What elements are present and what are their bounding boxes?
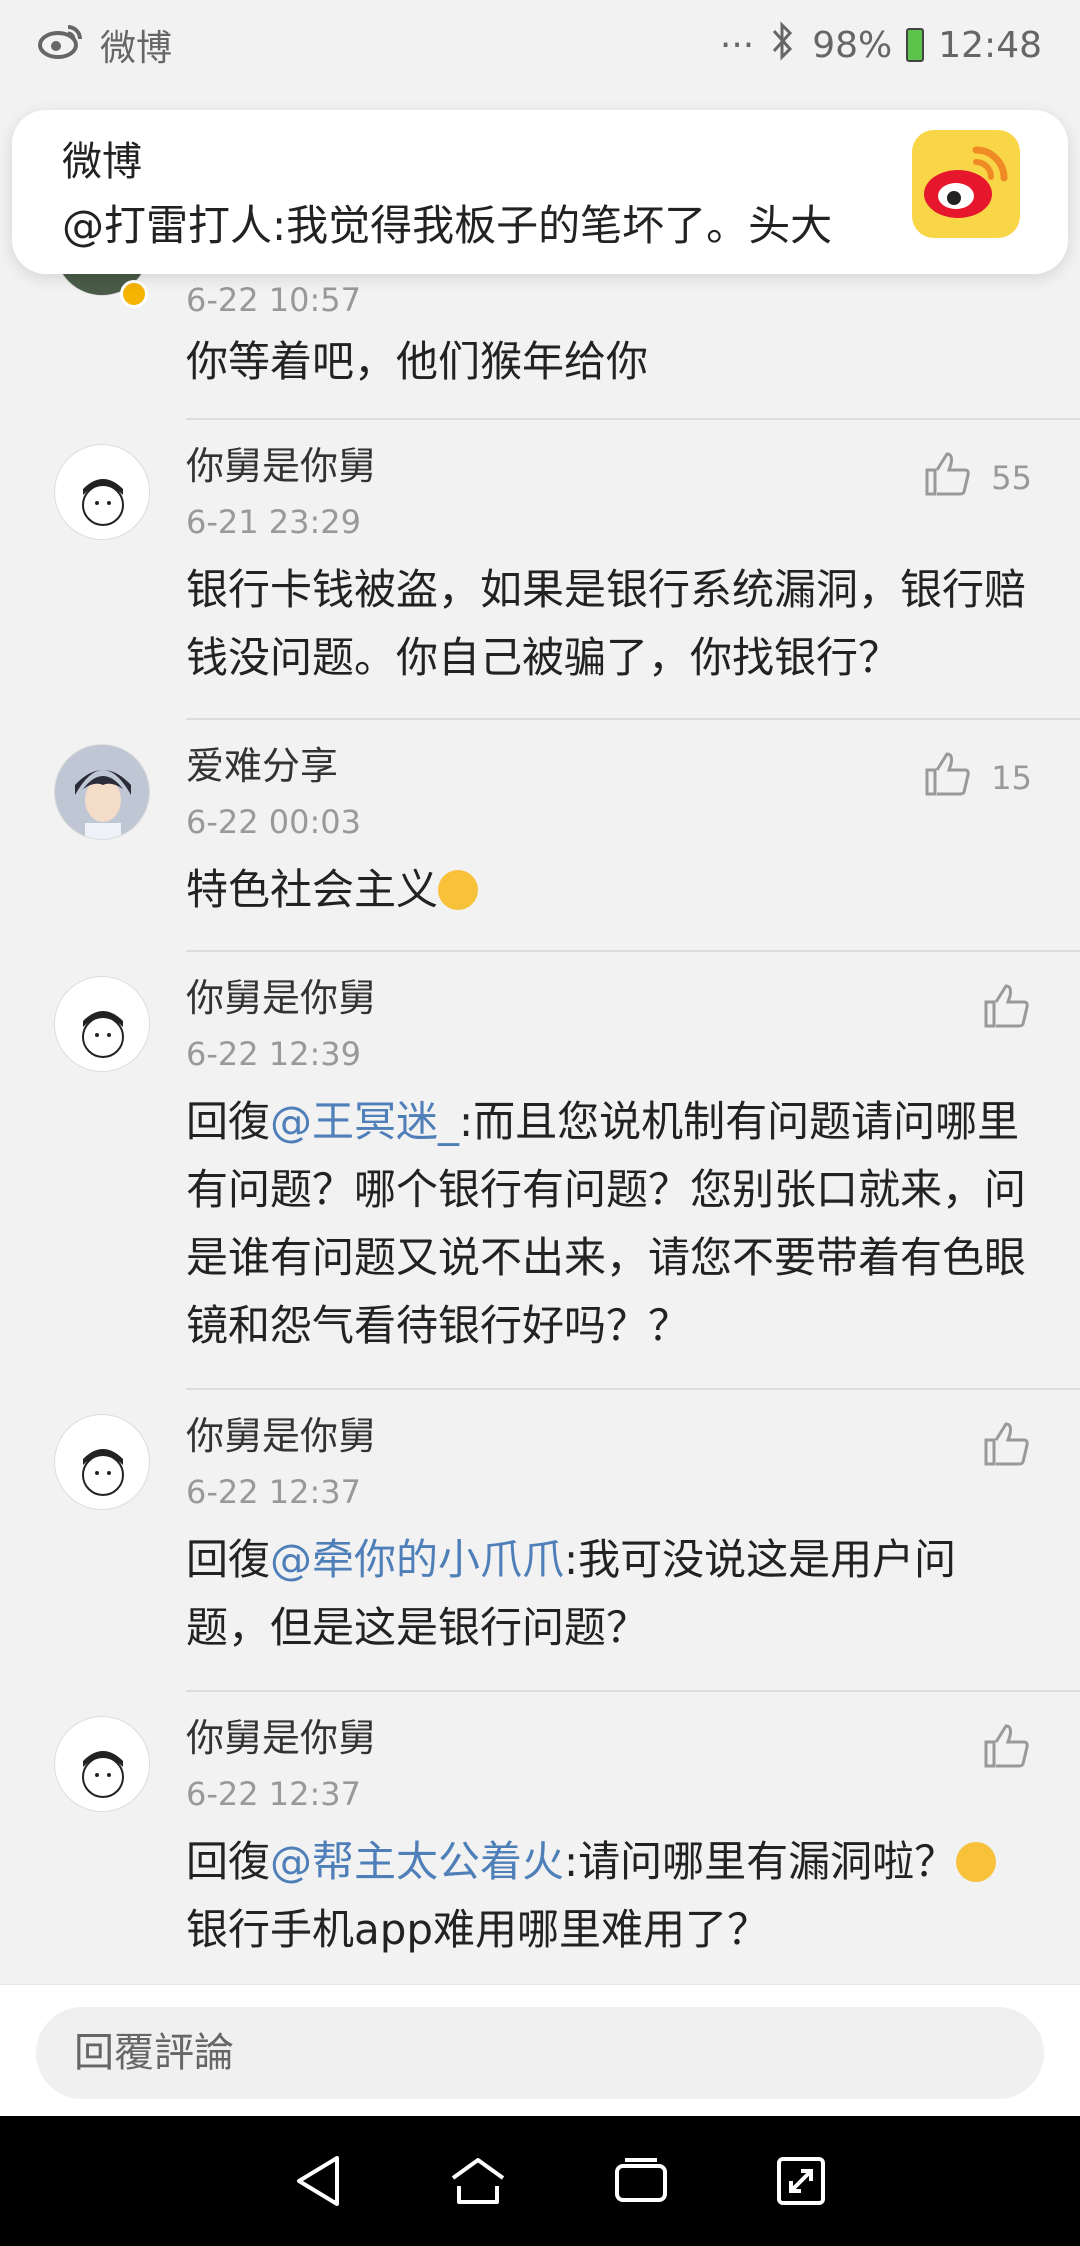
reply-prefix: 回復 bbox=[186, 1535, 271, 1584]
status-app-name: 微博 bbox=[100, 28, 173, 69]
comment-time: 6-22 12:37 bbox=[186, 1473, 362, 1511]
comment-item: 你舅是你舅 6-22 12:37 回復@帮主太公着火:请问哪里有漏洞啦？ 银行手… bbox=[0, 1692, 1080, 1992]
avatar[interactable] bbox=[54, 1716, 150, 1812]
notification-body: @打雷打人:我觉得我板子的笔坏了。头大 bbox=[62, 201, 833, 250]
like-button[interactable] bbox=[982, 1420, 1032, 1476]
like-count: 15 bbox=[991, 759, 1032, 797]
back-icon[interactable] bbox=[293, 2154, 343, 2208]
comment-text: 银行卡钱被盗，如果是银行系统漏洞，银行赔钱没问题。你自己被骗了，你找银行？ bbox=[186, 565, 1027, 682]
comment-text-wrap: 回復@王冥迷_:而且您说机制有问题请问哪里有问题？哪个银行有问题？您别张口就来，… bbox=[186, 1088, 1026, 1360]
bluetooth-icon bbox=[768, 20, 798, 70]
comment-text: 特色社会主义 bbox=[186, 865, 439, 914]
weibo-logo-icon bbox=[38, 23, 84, 68]
reply-prefix: 回復 bbox=[186, 1837, 271, 1886]
home-icon[interactable] bbox=[449, 2156, 507, 2206]
thumbs-up-icon bbox=[982, 982, 1032, 1038]
like-count: 55 bbox=[991, 459, 1032, 497]
reply-input[interactable]: 回覆評論 bbox=[36, 2007, 1044, 2099]
comment-text: 你等着吧，他们猴年给你 bbox=[186, 337, 649, 386]
avatar[interactable] bbox=[54, 444, 150, 540]
thumbs-up-icon bbox=[982, 1722, 1032, 1778]
avatar[interactable] bbox=[54, 744, 150, 840]
comment-time: 6-22 10:57 bbox=[186, 281, 362, 319]
clock: 12:48 bbox=[938, 24, 1042, 66]
comment-time: 6-22 12:37 bbox=[186, 1775, 362, 1813]
thumbs-up-icon bbox=[923, 450, 973, 506]
avatar[interactable] bbox=[54, 1414, 150, 1510]
comment-author[interactable]: 你舅是你舅 bbox=[186, 1712, 1026, 1764]
reply-prefix: 回復 bbox=[186, 1097, 271, 1146]
like-button[interactable]: 15 bbox=[923, 750, 1032, 806]
laughing-emoji-icon bbox=[956, 1842, 997, 1882]
notification-banner[interactable]: 微博 @打雷打人:我觉得我板子的笔坏了。头大 bbox=[12, 110, 1068, 274]
battery-percent: 98% bbox=[812, 24, 893, 66]
comment-author[interactable]: 你舅是你舅 bbox=[186, 440, 1026, 492]
comment-item: 你舅是你舅 6-22 12:39 回復@王冥迷_:而且您说机制有问题请问哪里有问… bbox=[0, 952, 1080, 1388]
reply-bar: 回覆評論 bbox=[0, 1984, 1080, 2116]
emoji-icon bbox=[438, 870, 479, 910]
comment-author[interactable]: 爱难分享 bbox=[186, 740, 1026, 792]
like-button[interactable] bbox=[982, 1722, 1032, 1778]
comment-list: 6-22 10:57 你等着吧，他们猴年给你 55 你舅是你舅 6-21 23:… bbox=[0, 200, 1080, 1992]
recents-icon[interactable] bbox=[613, 2156, 669, 2206]
verified-badge-icon bbox=[120, 280, 148, 308]
notification-title: 微博 bbox=[62, 139, 142, 185]
thumbs-up-icon bbox=[923, 750, 973, 806]
comment-text-wrap: 回復@帮主太公着火:请问哪里有漏洞啦？ 银行手机app难用哪里难用了？ bbox=[186, 1828, 1026, 1964]
weibo-app-icon bbox=[912, 130, 1020, 238]
comment-item: 15 爱难分享 6-22 00:03 特色社会主义 bbox=[0, 720, 1080, 950]
comment-time: 6-22 00:03 bbox=[186, 803, 362, 841]
more-dots: ··· bbox=[719, 24, 755, 66]
comment-author[interactable]: 你舅是你舅 bbox=[186, 972, 1026, 1024]
comment-author[interactable]: 你舅是你舅 bbox=[186, 1410, 1026, 1462]
mention-link[interactable]: @王冥迷_ bbox=[270, 1097, 459, 1146]
comment-text-wrap: 回復@牵你的小爪爪:我可没说这是用户问题，但是这是银行问题？ bbox=[186, 1526, 1026, 1662]
like-button[interactable] bbox=[982, 982, 1032, 1038]
system-nav-bar bbox=[0, 2116, 1080, 2246]
rotate-icon[interactable] bbox=[775, 2155, 827, 2207]
thumbs-up-icon bbox=[982, 1420, 1032, 1476]
like-button[interactable]: 55 bbox=[923, 450, 1032, 506]
battery-icon bbox=[906, 28, 925, 62]
mention-link[interactable]: @帮主太公着火 bbox=[270, 1837, 564, 1886]
mention-link[interactable]: @牵你的小爪爪 bbox=[270, 1535, 564, 1584]
comment-time: 6-21 23:29 bbox=[186, 503, 362, 541]
comment-item: 你舅是你舅 6-22 12:37 回復@牵你的小爪爪:我可没说这是用户问题，但是… bbox=[0, 1390, 1080, 1690]
comment-text-wrap: 特色社会主义 bbox=[186, 856, 1026, 924]
avatar[interactable] bbox=[54, 976, 150, 1072]
comment-text-line2: 银行手机app难用哪里难用了？ bbox=[186, 1905, 770, 1954]
comment-time: 6-22 12:39 bbox=[186, 1035, 362, 1073]
comment-item: 55 你舅是你舅 6-21 23:29 银行卡钱被盗，如果是银行系统漏洞，银行赔… bbox=[0, 420, 1080, 718]
comment-text: :请问哪里有漏洞啦？ bbox=[564, 1837, 957, 1886]
status-bar: 微博 ··· 98% 12:48 bbox=[0, 0, 1080, 90]
